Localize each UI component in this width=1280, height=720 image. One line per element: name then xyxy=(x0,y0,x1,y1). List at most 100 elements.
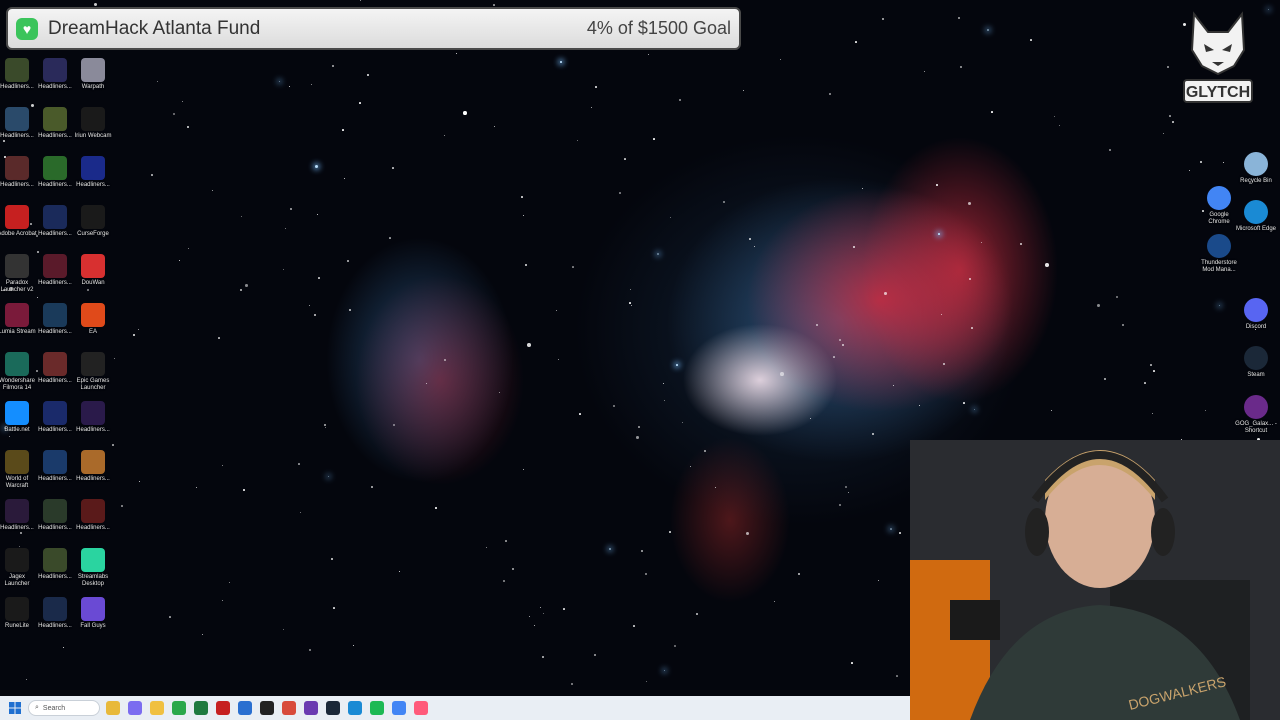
desktop-icon-headliners[interactable]: Headliners... xyxy=(34,156,76,189)
desktop-icon-headliners[interactable]: Headliners... xyxy=(0,156,38,189)
desktop-icon-wondershare-filmora-14[interactable]: Wondershare Filmora 14 xyxy=(0,352,38,392)
desktop-icon-gog-galax-shortcut[interactable]: GOG_Galax... - Shortcut xyxy=(1235,395,1277,435)
chrome-icon[interactable] xyxy=(392,701,406,715)
spotify-icon[interactable] xyxy=(370,701,384,715)
desktop-icon-label: Epic Games Launcher xyxy=(76,378,110,391)
desktop-icon-iriun-webcam[interactable]: Iriun Webcam xyxy=(72,107,114,140)
desktop-icon-headliners[interactable]: Headliners... xyxy=(72,450,114,483)
desktop-icon-paradox-launcher-v2[interactable]: Paradox Launcher v2 xyxy=(0,254,38,294)
desktop-icon-runelite[interactable]: RuneLite xyxy=(0,597,38,630)
desktop-icon-headliners[interactable]: Headliners... xyxy=(72,401,114,434)
excel-icon[interactable] xyxy=(194,701,208,715)
desktop-icon-headliners[interactable]: Headliners... xyxy=(72,499,114,532)
desktop-icon-headliners[interactable]: Headliners... xyxy=(34,107,76,140)
windows-icon xyxy=(9,702,21,714)
desktop-icon-headliners[interactable]: Headliners... xyxy=(34,401,76,434)
star xyxy=(1150,364,1152,366)
calculator-icon[interactable] xyxy=(238,701,252,715)
star xyxy=(444,359,447,362)
star xyxy=(648,54,650,56)
desktop-icon-streamlabs-desktop[interactable]: Streamlabs Desktop xyxy=(72,548,114,588)
desktop-icon-headliners[interactable]: Headliners... xyxy=(34,205,76,238)
streamlabs-icon[interactable] xyxy=(414,701,428,715)
acrobat-icon[interactable] xyxy=(216,701,230,715)
taskbar-search[interactable]: ⌕ Search xyxy=(28,700,100,716)
star xyxy=(893,385,895,387)
desktop-icon-lumia-stream[interactable]: Lumia Stream xyxy=(0,303,38,336)
desktop-icon-microsoft-edge[interactable]: Microsoft Edge xyxy=(1235,200,1277,233)
desktop-icon-label: Headliners... xyxy=(76,525,110,531)
desktop-icon-steam[interactable]: Steam xyxy=(1235,346,1277,379)
start-button[interactable] xyxy=(8,701,22,715)
star xyxy=(591,107,593,109)
star xyxy=(645,573,648,576)
desktop-icon-jagex-launcher[interactable]: Jagex Launcher xyxy=(0,548,38,588)
desktop-icon-headliners[interactable]: Headliners... xyxy=(0,499,38,532)
gog-icon[interactable] xyxy=(304,701,318,715)
star xyxy=(704,450,707,453)
desktop-icon-adobe-acrobat[interactable]: Adobe Acrobat xyxy=(0,205,38,238)
obs-icon[interactable] xyxy=(260,701,274,715)
desktop-icon-google-chrome[interactable]: Google Chrome xyxy=(1198,186,1240,226)
desktop-icon-headliners[interactable]: Headliners... xyxy=(34,499,76,532)
desktop-icon-label: Headliners... xyxy=(76,476,110,482)
desktop-icon-headliners[interactable]: Headliners... xyxy=(34,303,76,336)
desktop-icon-fall-guys[interactable]: Fall Guys xyxy=(72,597,114,630)
star xyxy=(664,400,666,402)
desktop-icon-thunderstore-mod-mana[interactable]: Thunderstore Mod Mana... xyxy=(1198,234,1240,274)
desktop-icon-headliners[interactable]: Headliners... xyxy=(34,548,76,581)
star xyxy=(579,413,581,415)
desktop-icon-headliners[interactable]: Headliners... xyxy=(34,352,76,385)
desktop-icon-label: Jagex Launcher xyxy=(4,574,30,587)
star xyxy=(324,424,326,426)
star xyxy=(839,504,841,506)
star xyxy=(631,305,633,307)
star xyxy=(613,405,616,408)
star xyxy=(499,392,501,394)
desktop-icon-headliners[interactable]: Headliners... xyxy=(34,597,76,630)
davinci-icon[interactable] xyxy=(282,701,296,715)
star xyxy=(542,656,545,659)
star xyxy=(1045,263,1049,267)
desktop-icon-ea[interactable]: EA xyxy=(72,303,114,336)
app-icon xyxy=(1244,395,1268,419)
desktop-icon-headliners[interactable]: Headliners... xyxy=(0,107,38,140)
star xyxy=(456,53,458,55)
desktop-icon-epic-games-launcher[interactable]: Epic Games Launcher xyxy=(72,352,114,392)
star xyxy=(344,178,346,180)
star xyxy=(969,278,972,281)
desktop-icon-headliners[interactable]: Headliners... xyxy=(34,58,76,91)
desktop-icon-warpath[interactable]: Warpath xyxy=(72,58,114,91)
file-explorer-icon[interactable] xyxy=(106,701,120,715)
xbox-icon[interactable] xyxy=(172,701,186,715)
star xyxy=(349,309,351,311)
desktop-icon-recycle-bin[interactable]: Recycle Bin xyxy=(1235,152,1277,185)
desktop-icon-headliners[interactable]: Headliners... xyxy=(34,450,76,483)
star xyxy=(222,600,224,602)
desktop-icon-world-of-warcraft[interactable]: World of Warcraft xyxy=(0,450,38,490)
star xyxy=(1153,370,1155,372)
app-icon xyxy=(43,254,67,278)
desktop-icon-battle-net[interactable]: Battle.net xyxy=(0,401,38,434)
edge-icon[interactable] xyxy=(348,701,362,715)
desktop-icon-headliners[interactable]: Headliners... xyxy=(72,156,114,189)
desktop-icon-headliners[interactable]: Headliners... xyxy=(34,254,76,287)
app-icon xyxy=(43,156,67,180)
desktop-icon-douwan[interactable]: DouWan xyxy=(72,254,114,287)
star xyxy=(173,113,175,115)
desktop-icon-label: Wondershare Filmora 14 xyxy=(0,378,35,391)
star xyxy=(919,405,921,407)
desktop-icon-curseforge[interactable]: CurseForge xyxy=(72,205,114,238)
star xyxy=(121,505,123,507)
app-icon xyxy=(81,156,105,180)
star xyxy=(1020,243,1023,246)
steam-icon[interactable] xyxy=(326,701,340,715)
folder-icon[interactable] xyxy=(150,701,164,715)
app-icon xyxy=(5,597,29,621)
app-icon xyxy=(81,303,105,327)
desktop-icon-headliners[interactable]: Headliners... xyxy=(0,58,38,91)
desktop-icon-discord[interactable]: Discord xyxy=(1235,298,1277,331)
copilot-icon[interactable] xyxy=(128,701,142,715)
star xyxy=(958,17,961,20)
desktop-icon-label: Battle.net xyxy=(4,427,30,433)
